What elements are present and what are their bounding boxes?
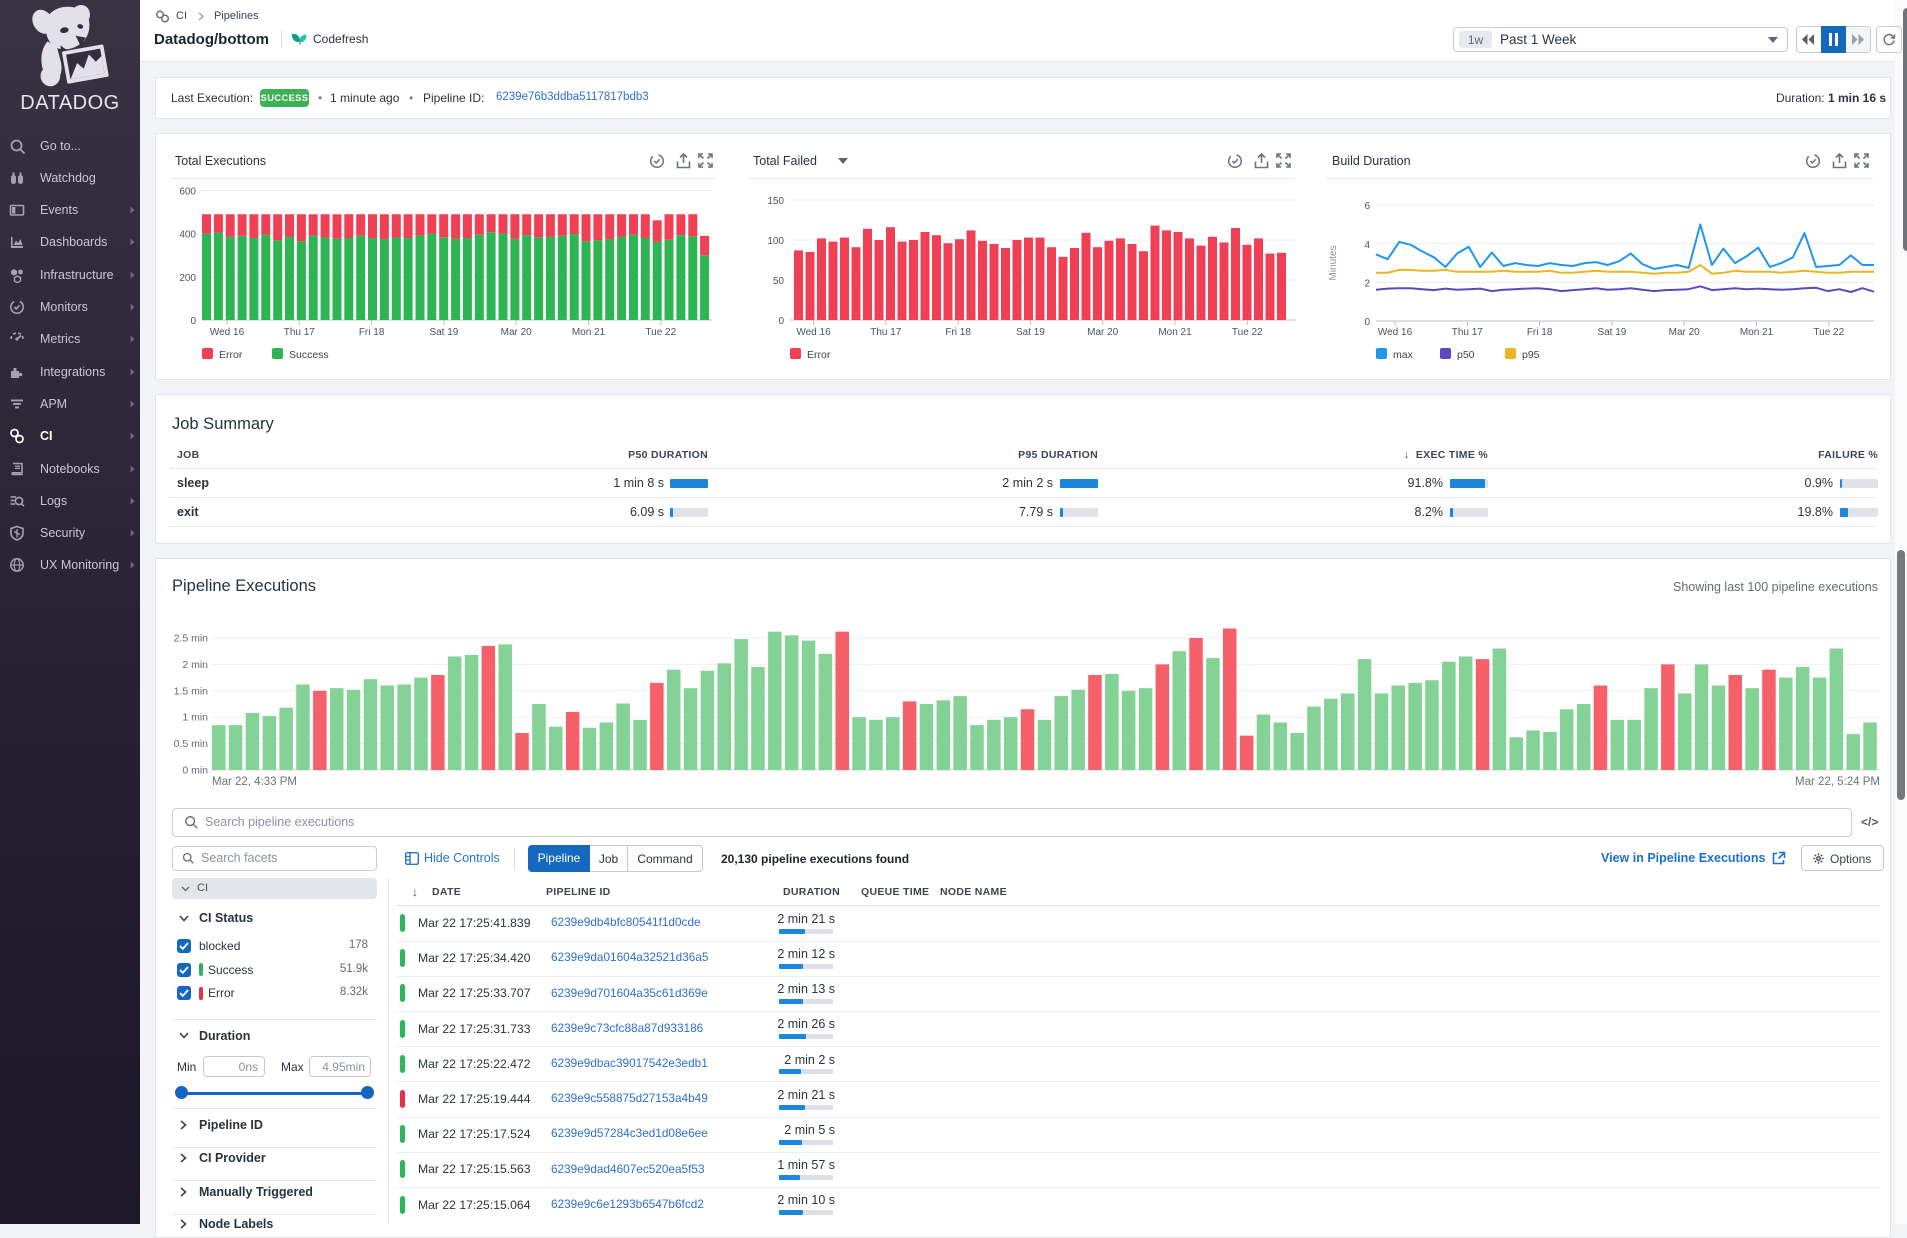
svg-text:Sat 19: Sat 19 [1597, 327, 1626, 338]
svg-text:Thu 17: Thu 17 [1452, 327, 1484, 338]
svg-text:0.5 min: 0.5 min [174, 738, 209, 750]
svg-text:Error: Error [219, 349, 243, 361]
svg-text:Mar 20: Mar 20 [1087, 327, 1119, 338]
svg-text:Sat 19: Sat 19 [429, 327, 458, 338]
svg-text:Sat 19: Sat 19 [1016, 327, 1045, 338]
svg-text:2 min: 2 min [182, 659, 208, 671]
svg-text:Mon 21: Mon 21 [572, 327, 606, 338]
svg-text:Tue 22: Tue 22 [1813, 327, 1844, 338]
svg-text:50: 50 [773, 276, 785, 287]
svg-text:max: max [1393, 349, 1414, 361]
svg-text:Wed 16: Wed 16 [210, 327, 245, 338]
svg-text:1 min: 1 min [182, 712, 208, 724]
svg-text:p95: p95 [1522, 349, 1540, 361]
svg-text:Mon 21: Mon 21 [1740, 327, 1774, 338]
svg-text:1.5 min: 1.5 min [174, 685, 209, 697]
svg-text:0: 0 [1364, 317, 1370, 328]
svg-text:Fri 18: Fri 18 [1527, 327, 1553, 338]
svg-text:100: 100 [767, 236, 784, 247]
svg-text:Minutes: Minutes [1328, 245, 1339, 280]
svg-text:Fri 18: Fri 18 [359, 327, 385, 338]
svg-text:200: 200 [179, 273, 196, 284]
svg-text:Tue 22: Tue 22 [645, 327, 676, 338]
svg-text:600: 600 [179, 187, 196, 198]
svg-text:4: 4 [1364, 240, 1370, 251]
svg-text:Wed 16: Wed 16 [796, 327, 831, 338]
svg-text:400: 400 [179, 230, 196, 241]
svg-text:Wed 16: Wed 16 [1378, 327, 1413, 338]
svg-text:2: 2 [1364, 278, 1370, 289]
svg-text:Mar 22, 5:24 PM: Mar 22, 5:24 PM [1795, 776, 1880, 788]
svg-text:Mar 20: Mar 20 [1669, 327, 1701, 338]
svg-text:0 min: 0 min [182, 765, 208, 777]
svg-text:Fri 18: Fri 18 [945, 327, 971, 338]
svg-text:Thu 17: Thu 17 [284, 327, 316, 338]
svg-text:Thu 17: Thu 17 [870, 327, 902, 338]
svg-text:150: 150 [767, 196, 784, 207]
svg-text:Mon 21: Mon 21 [1158, 327, 1192, 338]
svg-text:p50: p50 [1457, 349, 1475, 361]
svg-text:0: 0 [778, 316, 784, 327]
svg-text:0: 0 [190, 316, 196, 327]
svg-text:Tue 22: Tue 22 [1232, 327, 1263, 338]
svg-text:Error: Error [807, 349, 831, 361]
svg-text:2.5 min: 2.5 min [174, 633, 209, 645]
svg-text:6: 6 [1364, 201, 1370, 212]
svg-text:Mar 22, 4:33 PM: Mar 22, 4:33 PM [212, 776, 297, 788]
svg-text:Mar 20: Mar 20 [501, 327, 533, 338]
svg-text:Success: Success [289, 349, 329, 361]
